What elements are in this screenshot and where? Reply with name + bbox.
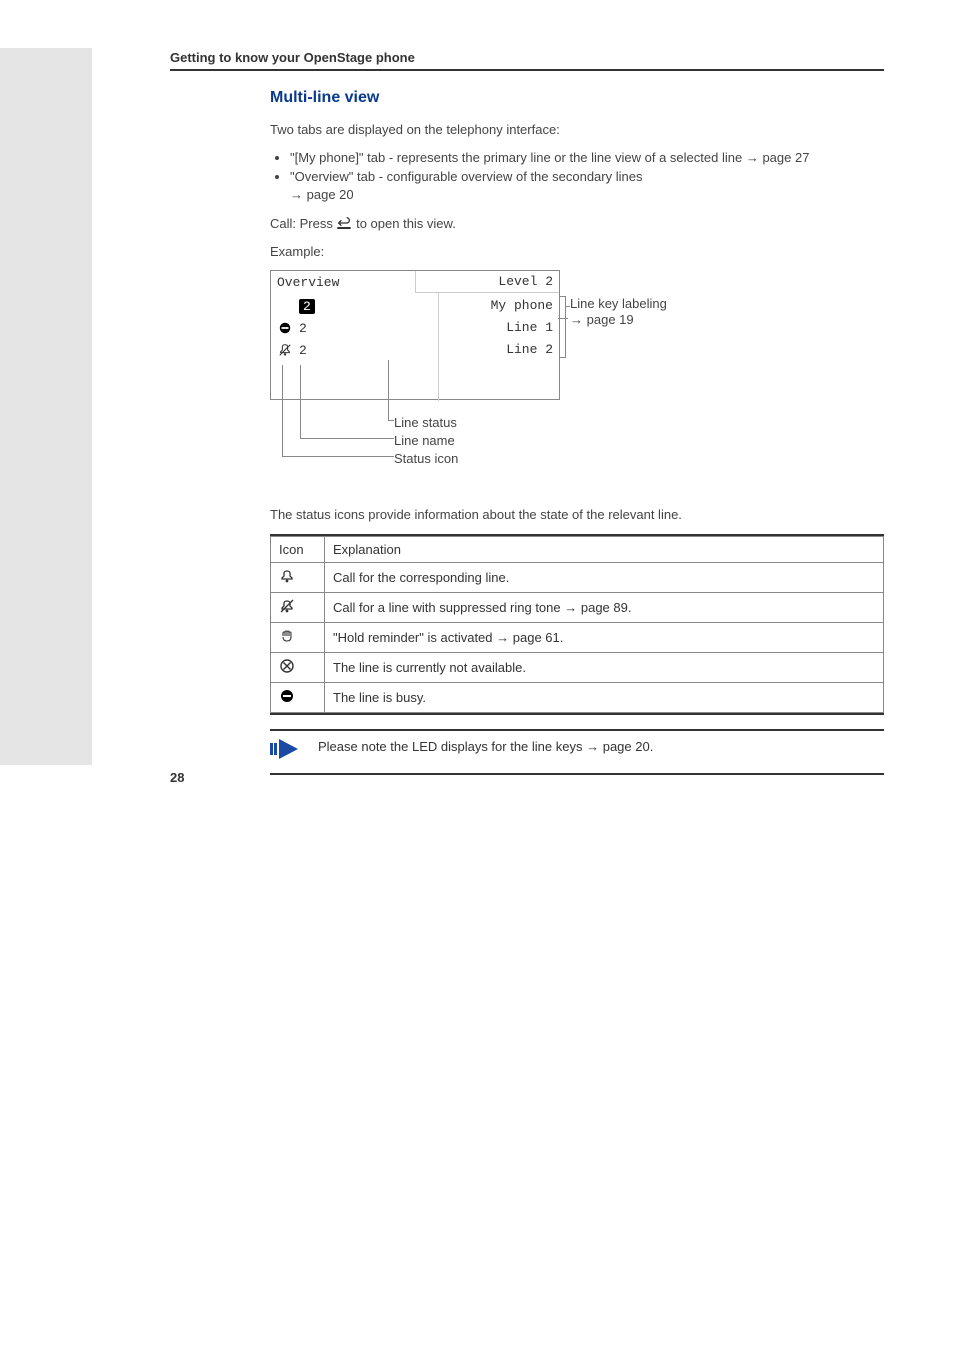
- intro-paragraph: Two tabs are displayed on the telephony …: [270, 121, 884, 139]
- screen-lines-column: 2 2: [271, 293, 438, 401]
- call-press-line: Call: Press to open this view.: [270, 215, 884, 233]
- icon-explanation-table: Icon Explanation Call for the correspond…: [270, 536, 884, 713]
- note-arrow-icon: [270, 739, 304, 759]
- line3-status-icon: [277, 342, 293, 358]
- cell-explanation: The line is busy.: [325, 682, 884, 712]
- line-row-3: 2: [277, 339, 432, 361]
- bell-struck-icon: [271, 592, 325, 622]
- line1-name: 2: [299, 299, 315, 314]
- bullet-myphone: "[My phone]" tab - represents the primar…: [290, 149, 884, 167]
- annotation-status-icon: Status icon: [394, 451, 458, 466]
- table-row: Call for a line with suppressed ring ton…: [271, 592, 884, 622]
- annotation-line-status: Line status: [394, 415, 457, 430]
- cell-explanation: "Hold reminder" is activated → page 61.: [325, 622, 884, 652]
- busy-icon: [271, 682, 325, 712]
- back-key-icon: [336, 215, 352, 231]
- hold-reminder-icon: [271, 622, 325, 652]
- cell-explanation: Call for the corresponding line.: [325, 562, 884, 592]
- grey-sidebar-strip: [0, 48, 92, 765]
- bell-icon: [271, 562, 325, 592]
- note-box: Please note the LED displays for the lin…: [270, 729, 884, 775]
- annotation-line-name: Line name: [394, 433, 455, 448]
- line-row-1: 2: [277, 295, 432, 317]
- table-row: "Hold reminder" is activated → page 61.: [271, 622, 884, 652]
- section-title: Multi-line view: [270, 89, 884, 107]
- table-row: The line is busy.: [271, 682, 884, 712]
- note-text: Please note the LED displays for the lin…: [318, 739, 653, 754]
- multi-line-diagram: Overview Level 2 2: [270, 270, 884, 490]
- phone-screen: Overview Level 2 2: [270, 270, 560, 400]
- line2-status-icon: [277, 320, 293, 336]
- cell-explanation: Call for a line with suppressed ring ton…: [325, 592, 884, 622]
- tab-level: Level 2: [415, 271, 559, 293]
- th-explanation: Explanation: [325, 536, 884, 562]
- bullet-overview: "Overview" tab - configurable overview o…: [290, 168, 884, 203]
- not-available-icon: [271, 652, 325, 682]
- icon-table-wrap: Icon Explanation Call for the correspond…: [270, 534, 884, 715]
- line3-name: 2: [299, 343, 307, 358]
- annotation-line-key-labeling: Line key labeling: [570, 296, 667, 311]
- label-line2: Line 2: [445, 339, 553, 361]
- table-row: The line is currently not available.: [271, 652, 884, 682]
- table-header-row: Icon Explanation: [271, 536, 884, 562]
- page-number: 28: [170, 770, 184, 785]
- line2-name: 2: [299, 321, 307, 336]
- screen-labels-column: My phone Line 1 Line 2: [439, 293, 559, 401]
- label-myphone: My phone: [445, 295, 553, 317]
- label-line1: Line 1: [445, 317, 553, 339]
- table-row: Call for the corresponding line.: [271, 562, 884, 592]
- line1-status-icon: [277, 298, 293, 314]
- th-icon: Icon: [271, 536, 325, 562]
- running-header: Getting to know your OpenStage phone: [170, 50, 884, 71]
- annotation-page-19: → page 19: [570, 312, 634, 327]
- tab-overview: Overview: [271, 271, 415, 293]
- status-icons-paragraph: The status icons provide information abo…: [270, 506, 884, 524]
- example-label: Example:: [270, 243, 884, 261]
- header-title: Getting to know your OpenStage phone: [170, 50, 415, 65]
- cell-explanation: The line is currently not available.: [325, 652, 884, 682]
- line-row-2: 2: [277, 317, 432, 339]
- intro-bullet-list: "[My phone]" tab - represents the primar…: [270, 149, 884, 204]
